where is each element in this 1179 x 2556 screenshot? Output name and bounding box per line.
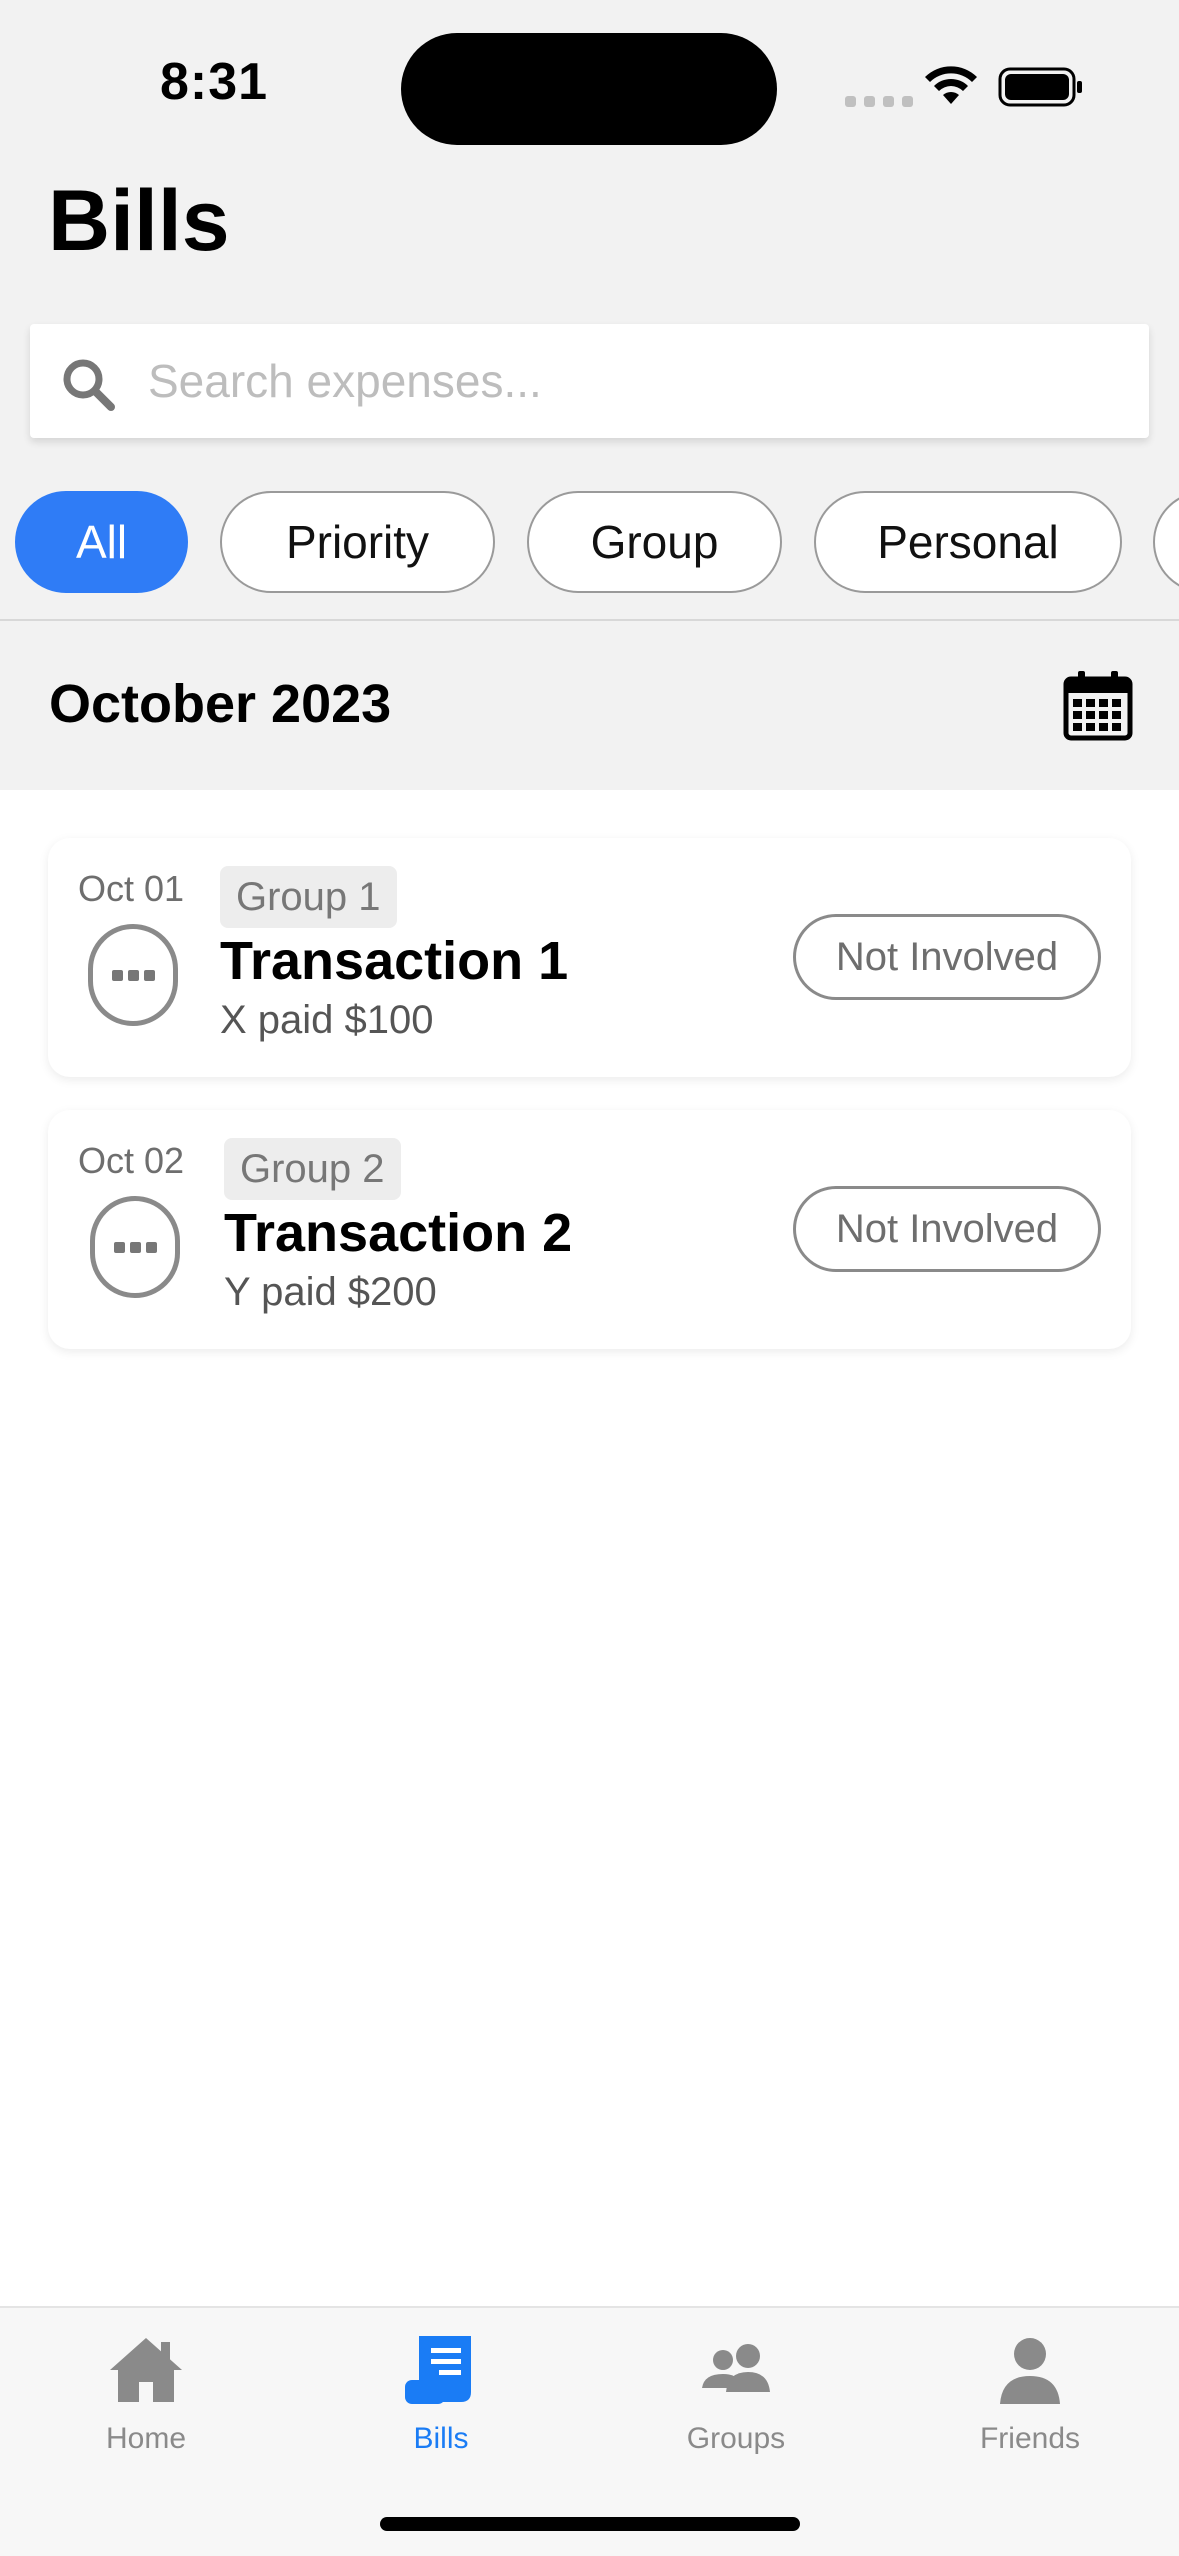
groups-icon xyxy=(702,2344,770,2392)
month-title: October 2023 xyxy=(49,674,392,734)
wifi-icon xyxy=(925,66,977,104)
group-tag: Group 1 xyxy=(220,866,397,928)
status-badge: Not Involved xyxy=(793,1186,1101,1272)
bills-icon xyxy=(405,2336,471,2404)
friends-icon xyxy=(1000,2338,1060,2404)
cellular-signal-icon xyxy=(845,96,913,107)
filter-chip-personal[interactable]: Personal xyxy=(814,491,1122,593)
transaction-card[interactable]: Oct 02 Group 2 Transaction 2 Y paid $200… xyxy=(48,1110,1131,1349)
tab-label: Friends xyxy=(979,2422,1081,2455)
tab-bills[interactable]: Bills xyxy=(341,2330,541,2470)
tab-groups[interactable]: Groups xyxy=(636,2330,836,2470)
home-icon xyxy=(110,2338,182,2402)
filter-chip-group[interactable]: Group xyxy=(527,491,782,593)
filter-chip-more[interactable] xyxy=(1153,491,1179,593)
transaction-date: Oct 02 xyxy=(78,1140,185,1181)
filter-chips: All Priority Group Personal xyxy=(0,491,1179,595)
transaction-subtitle: Y paid $200 xyxy=(224,1270,437,1314)
search-input[interactable] xyxy=(148,324,1128,438)
group-tag: Group 2 xyxy=(224,1138,401,1200)
tab-home[interactable]: Home xyxy=(46,2330,246,2470)
transaction-title: Transaction 2 xyxy=(224,1203,573,1263)
status-time: 8:31 xyxy=(160,53,269,111)
filter-chip-priority[interactable]: Priority xyxy=(220,491,495,593)
divider xyxy=(0,619,1179,621)
transaction-title: Transaction 1 xyxy=(220,931,569,991)
tab-label: Home xyxy=(105,2422,187,2455)
more-icon xyxy=(90,1196,180,1298)
search-bar[interactable] xyxy=(30,324,1149,438)
tab-label: Groups xyxy=(686,2422,786,2455)
transaction-subtitle: X paid $100 xyxy=(220,998,434,1042)
battery-icon xyxy=(998,67,1082,107)
tab-label: Bills xyxy=(413,2422,469,2455)
home-indicator[interactable] xyxy=(380,2517,800,2531)
more-icon xyxy=(88,924,178,1026)
tab-friends[interactable]: Friends xyxy=(930,2330,1130,2470)
filter-chip-all[interactable]: All xyxy=(15,491,188,593)
status-badge: Not Involved xyxy=(793,914,1101,1000)
calendar-icon[interactable] xyxy=(1063,669,1133,741)
bills-screen: 8:31 Bills All Priority Group Personal O… xyxy=(0,0,1179,2556)
search-icon xyxy=(63,359,115,411)
transaction-card[interactable]: Oct 01 Group 1 Transaction 1 X paid $100… xyxy=(48,838,1131,1077)
transaction-date: Oct 01 xyxy=(78,868,185,909)
page-title: Bills xyxy=(48,173,230,269)
dynamic-island xyxy=(401,33,777,145)
